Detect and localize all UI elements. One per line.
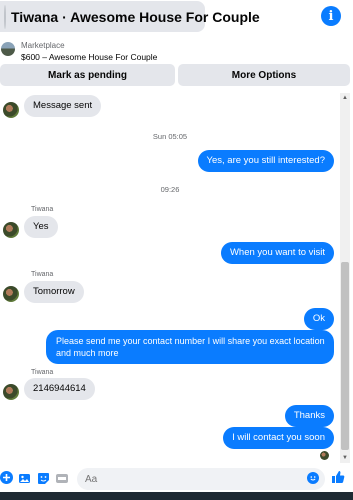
- message-bubble: When you want to visit: [220, 242, 334, 264]
- thumbs-up-icon[interactable]: [331, 470, 345, 487]
- listing-thumbnail[interactable]: [1, 42, 15, 56]
- message-line: and much more: [56, 348, 119, 358]
- sender-name: Tiwana: [31, 271, 54, 278]
- conversation-title: Tiwana · Awesome House For Couple: [11, 8, 260, 25]
- avatar[interactable]: [3, 286, 19, 302]
- message-bubble: Thanks: [284, 405, 334, 427]
- avatar[interactable]: [3, 222, 19, 238]
- listing-avatar: [4, 4, 6, 29]
- sender-name: Tiwana: [31, 206, 54, 213]
- message-bubble: Tomorrow: [24, 281, 84, 303]
- listing-source: Marketplace: [21, 41, 65, 50]
- emoji-icon[interactable]: [307, 472, 319, 484]
- message-bubble: Please send me your contact number I wil…: [46, 330, 334, 364]
- photo-icon[interactable]: [18, 472, 31, 485]
- scrollbar-thumb[interactable]: [341, 262, 349, 450]
- taskbar: [0, 492, 353, 500]
- avatar[interactable]: [3, 384, 19, 400]
- message-line: Please send me your contact number I wil…: [56, 336, 325, 346]
- message-bubble: 2146944614: [24, 378, 95, 400]
- message-input[interactable]: [77, 468, 325, 490]
- listing-description[interactable]: $600 – Awesome House For Couple: [21, 52, 157, 62]
- conversation-header: Tiwana · Awesome House For Couple i: [0, 0, 353, 36]
- scroll-up-icon[interactable]: ▲: [341, 94, 349, 102]
- more-options-button[interactable]: More Options: [178, 64, 350, 86]
- message-bubble: Yes, are you still interested?: [197, 150, 334, 172]
- message-thread[interactable]: Message sent Sun 05:05 Yes, are you stil…: [0, 93, 340, 465]
- scroll-down-icon[interactable]: ▼: [341, 454, 349, 462]
- message-bubble: Ok: [303, 308, 334, 330]
- timestamp: 09:26: [160, 185, 180, 194]
- gif-icon[interactable]: [55, 472, 68, 485]
- message-bubble: I will contact you soon: [223, 427, 334, 449]
- avatar[interactable]: [3, 102, 19, 118]
- message-bubble: Yes: [24, 216, 58, 238]
- sticker-icon[interactable]: [37, 472, 50, 485]
- mark-as-pending-button[interactable]: Mark as pending: [0, 64, 175, 86]
- timestamp: Sun 05:05: [152, 132, 188, 141]
- info-icon[interactable]: i: [321, 6, 341, 26]
- sender-name: Tiwana: [31, 369, 54, 376]
- conversation-title-button[interactable]: Tiwana · Awesome House For Couple: [0, 1, 260, 32]
- plus-icon[interactable]: [0, 471, 13, 484]
- message-bubble: Message sent: [24, 95, 102, 117]
- seen-avatar: [320, 451, 329, 460]
